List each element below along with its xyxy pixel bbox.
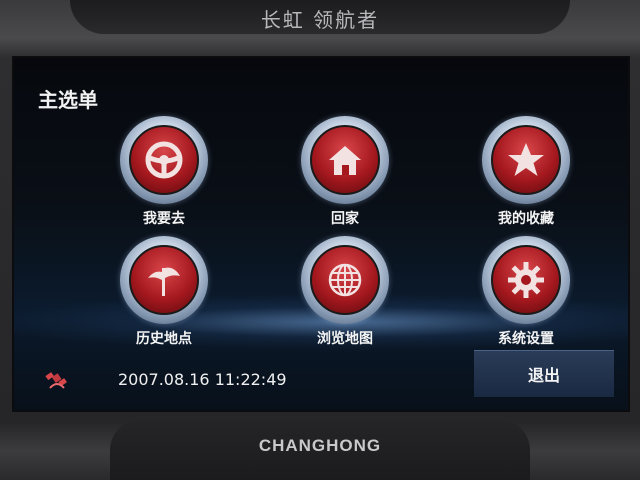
satellite-icon[interactable] bbox=[44, 366, 70, 392]
menu-item-go-to[interactable]: 我要去 bbox=[99, 116, 229, 232]
menu-label: 历史地点 bbox=[136, 331, 192, 347]
star-icon bbox=[508, 143, 544, 176]
menu-label: 系统设置 bbox=[498, 331, 554, 347]
steering-wheel-icon bbox=[145, 141, 183, 179]
menu-button-disc bbox=[491, 125, 561, 195]
menu-item-home[interactable]: 回家 bbox=[280, 116, 410, 232]
menu-item-settings[interactable]: 系统设置 bbox=[461, 236, 591, 352]
datetime-display: 2007.08.16 11:22:49 bbox=[118, 370, 287, 389]
menu-item-history[interactable]: 历史地点 bbox=[99, 236, 229, 352]
globe-icon bbox=[328, 263, 362, 297]
menu-item-favorites[interactable]: 我的收藏 bbox=[461, 116, 591, 232]
gear-icon bbox=[508, 262, 544, 298]
menu-button-ring bbox=[301, 116, 389, 204]
gps-screen: 主选单 我要去 回家 我的收藏 历史地点 浏览地图 系统设置 2007.08.1… bbox=[12, 56, 630, 412]
flag-icon bbox=[148, 267, 180, 296]
menu-label: 我要去 bbox=[143, 211, 185, 227]
device-brand-bottom: CHANGHONG bbox=[258, 436, 382, 455]
menu-label: 回家 bbox=[331, 211, 359, 227]
page-title: 主选单 bbox=[38, 88, 98, 112]
home-icon bbox=[329, 146, 361, 175]
menu-button-disc bbox=[129, 245, 199, 315]
exit-button[interactable]: 退出 bbox=[474, 350, 614, 397]
menu-item-browse-map[interactable]: 浏览地图 bbox=[280, 236, 410, 352]
menu-button-ring bbox=[482, 236, 570, 324]
menu-button-ring bbox=[482, 116, 570, 204]
menu-button-disc bbox=[310, 125, 380, 195]
menu-button-ring bbox=[120, 116, 208, 204]
device-brand-top: 长虹 领航者 bbox=[260, 8, 380, 32]
menu-label: 浏览地图 bbox=[317, 331, 373, 347]
menu-button-ring bbox=[301, 236, 389, 324]
menu-button-disc bbox=[129, 125, 199, 195]
menu-label: 我的收藏 bbox=[498, 211, 554, 227]
status-bar: 2007.08.16 11:22:49 退出 bbox=[14, 350, 628, 410]
menu-button-ring bbox=[120, 236, 208, 324]
menu-button-disc bbox=[310, 245, 380, 315]
menu-button-disc bbox=[491, 245, 561, 315]
